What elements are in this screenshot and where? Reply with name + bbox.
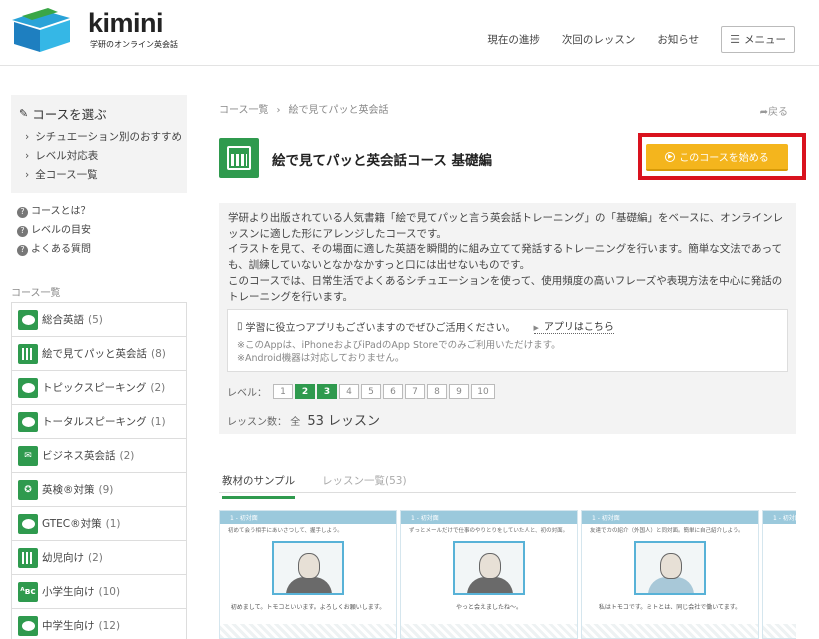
level-9[interactable]: 9 xyxy=(449,384,469,399)
kimini-logo[interactable]: kimini 学研のオンライン英会話 xyxy=(8,6,178,54)
course-item-gtec[interactable]: GTEC®対策 (1) xyxy=(11,507,187,541)
course-description: 学研より出版されている人気書籍「絵で見てパッと言う英会話トレーニング」の「基礎編… xyxy=(228,212,784,303)
back-arrow-icon: ➦ xyxy=(759,107,768,118)
speech-bubble-icon xyxy=(18,309,38,330)
course-list-title: コース一覧 xyxy=(11,288,61,299)
choose-course-box: ✎ コースを選ぶ › シチュエーション別のおすすめ › レベル対応表 › 全コース一覧 xyxy=(11,95,187,193)
course-item-general[interactable]: 総合英語 (5) xyxy=(11,303,187,337)
badge-icon: ✪ xyxy=(18,479,38,500)
course-description-box: 学研より出版されている人気書籍「絵で見てパッと言う英会話トレーニング」の「基礎編… xyxy=(219,203,796,434)
level-label: レベル： xyxy=(227,388,267,399)
lesson-count: 53 レッスン xyxy=(307,414,381,429)
question-icon: ? xyxy=(17,225,28,237)
course-item-junior-high[interactable]: 中学生向け (12) xyxy=(11,609,187,639)
tab-samples[interactable]: 教材のサンプル xyxy=(222,473,296,499)
level-4[interactable]: 4 xyxy=(339,384,359,399)
app-link[interactable]: ▶ アプリはこちら xyxy=(533,318,614,334)
course-item-business[interactable]: ✉ ビジネス英会話 (2) xyxy=(11,439,187,473)
menu-button[interactable]: ☰ メニュー xyxy=(721,26,795,53)
level-8[interactable]: 8 xyxy=(427,384,447,399)
speech-bubble-icon xyxy=(18,411,38,432)
sample-illustration xyxy=(453,541,525,595)
speech-bubble-icon xyxy=(18,513,38,534)
choose-course-title: ✎ コースを選ぶ xyxy=(19,107,107,122)
sample-card[interactable]: 1 - 初対面 xyxy=(762,510,796,639)
logo-subtitle: 学研のオンライン英会話 xyxy=(90,40,178,49)
breadcrumb-separator-icon: › xyxy=(276,105,281,116)
course-item-total-speaking[interactable]: トータルスピーキング (1) xyxy=(11,405,187,439)
breadcrumb-course-list[interactable]: コース一覧 xyxy=(219,105,269,116)
level-2[interactable]: 2 xyxy=(295,384,315,399)
course-header: 絵で見てパッと英会話コース 基礎編 ▶ このコースを始める xyxy=(219,133,806,180)
sample-illustration xyxy=(634,541,706,595)
sample-card[interactable]: 1 - 初対面 ずっとメールだけで仕事のやりとりをしていた人と、初の対面。 やっ… xyxy=(400,510,578,639)
content-tabs: 教材のサンプル レッスン一覧(53) xyxy=(219,465,796,499)
sidebar: ✎ コースを選ぶ › シチュエーション別のおすすめ › レベル対応表 › 全コース一覧… xyxy=(11,95,187,639)
calendar-icon xyxy=(18,547,38,568)
course-list: 総合英語 (5) 絵で見てパッと英会話 (8) トピックスピーキング (2) トータル… xyxy=(11,302,187,639)
start-course-button[interactable]: ▶ このコースを始める xyxy=(646,144,788,171)
chevron-right-icon: › xyxy=(25,131,30,143)
back-link[interactable]: ➦戻る xyxy=(760,103,788,118)
breadcrumb: コース一覧 › 絵で見てパッと英会話 xyxy=(219,101,389,116)
course-item-picture-conversation[interactable]: 絵で見てパッと英会話 (8) xyxy=(11,337,187,371)
level-3[interactable]: 3 xyxy=(317,384,337,399)
chevron-right-icon: › xyxy=(25,169,30,181)
calendar-icon xyxy=(18,343,38,364)
course-item-topic-speaking[interactable]: トピックスピーキング (2) xyxy=(11,371,187,405)
smartphone-icon: ▯ xyxy=(237,320,243,332)
course-item-elementary[interactable]: ᴬʙc 小学生向け (10) xyxy=(11,575,187,609)
sample-illustration xyxy=(272,541,344,595)
help-item-faq[interactable]: ? よくある質問 xyxy=(17,243,187,257)
level-7[interactable]: 7 xyxy=(405,384,425,399)
breadcrumb-current: 絵で見てパッと英会話 xyxy=(288,105,389,116)
help-list: ? コースとは？ ? レベルの目安 ? よくある質問 xyxy=(11,205,187,257)
sample-card[interactable]: 1 - 初対面 初めて会う相手にあいさつして、握手しよう。 初めまして。トモコと… xyxy=(219,510,397,639)
app-info-box: ▯ 学習に役立つアプリもございますのでぜひご活用ください。 ▶ アプリはこちら ※… xyxy=(227,309,788,372)
tab-lesson-list[interactable]: レッスン一覧(53) xyxy=(322,473,407,488)
question-icon: ? xyxy=(17,244,28,256)
calendar-icon xyxy=(219,138,259,178)
app-info-text: 学習に役立つアプリもございますのでぜひご活用ください。 xyxy=(245,322,516,334)
chevron-right-icon: › xyxy=(25,150,30,162)
logo-text: kimini xyxy=(88,8,164,38)
choose-item-all-courses[interactable]: › 全コース一覧 xyxy=(25,167,179,183)
envelope-icon: ✉ xyxy=(18,445,38,466)
nav-progress-link[interactable]: 現在の進捗 xyxy=(487,32,540,47)
menu-list-icon: ☰ xyxy=(730,33,740,46)
help-item-level-guide[interactable]: ? レベルの目安 xyxy=(17,224,187,238)
site-header: kimini 学研のオンライン英会話 現在の進捗 次回のレッスン お知らせ ☰ … xyxy=(0,0,819,66)
choose-item-situation[interactable]: › シチュエーション別のおすすめ xyxy=(25,129,182,145)
abc-icon: ᴬʙc xyxy=(18,581,38,602)
pencil-icon: ✎ xyxy=(19,107,29,120)
logo-mark-icon xyxy=(12,8,70,52)
menu-label: メニュー xyxy=(744,34,786,46)
speech-bubble-icon xyxy=(18,615,38,636)
level-1[interactable]: 1 xyxy=(273,384,293,399)
question-icon: ? xyxy=(17,206,28,218)
header-nav: 現在の進捗 次回のレッスン お知らせ ☰ メニュー xyxy=(487,26,795,53)
course-title: 絵で見てパッと英会話コース 基礎編 xyxy=(272,153,493,169)
nav-news-link[interactable]: お知らせ xyxy=(657,32,699,47)
sample-card[interactable]: 1 - 初対面 友達でカの紹介（外国人）と同対面。簡単に自己紹介しよう。 私はト… xyxy=(581,510,759,639)
level-6[interactable]: 6 xyxy=(383,384,403,399)
triangle-right-icon: ▶ xyxy=(533,324,539,332)
choose-item-level-table[interactable]: › レベル対応表 xyxy=(25,148,179,164)
level-row: レベル： 1 2 3 4 5 6 7 8 9 10 xyxy=(227,384,495,399)
play-icon: ▶ xyxy=(665,151,676,162)
level-5[interactable]: 5 xyxy=(361,384,381,399)
app-notes: ※このAppは、iPhoneおよびiPadのApp Storeでのみご利用いただ… xyxy=(237,340,561,364)
nav-next-lesson-link[interactable]: 次回のレッスン xyxy=(562,32,636,47)
speech-bubble-icon xyxy=(18,377,38,398)
level-10[interactable]: 10 xyxy=(471,384,495,399)
course-item-eiken[interactable]: ✪ 英検®対策 (9) xyxy=(11,473,187,507)
help-item-about-course[interactable]: ? コースとは？ xyxy=(17,205,187,219)
sample-carousel: 1 - 初対面 初めて会う相手にあいさつして、握手しよう。 初めまして。トモコと… xyxy=(219,510,796,639)
course-item-kids[interactable]: 幼児向け (2) xyxy=(11,541,187,575)
lesson-count-row: レッスン数： 全 53 レッスン xyxy=(227,414,381,429)
